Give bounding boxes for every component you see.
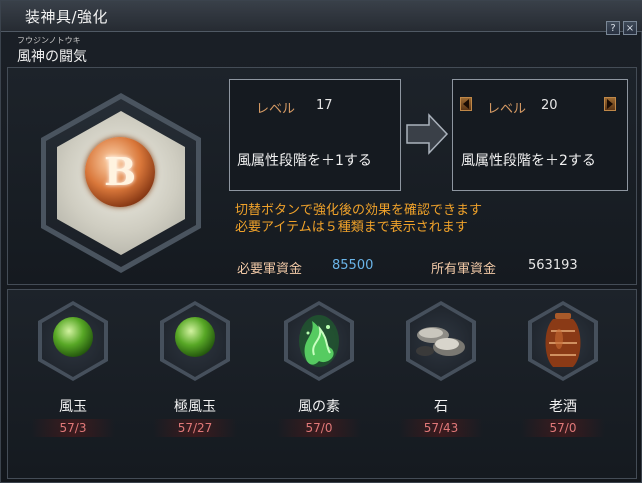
level-prev-button[interactable]: [460, 97, 472, 111]
level-next-button[interactable]: [604, 97, 616, 111]
current-level-value: 17: [316, 98, 333, 113]
material-count: 57/27: [153, 419, 237, 437]
material-name: 老酒: [549, 399, 577, 415]
enhance-window: 装神具/強化 ? × フウジンノトウキ 風神の闘気 B レベル 17 風属性段階…: [0, 0, 642, 483]
required-funds-label: 必要軍資金: [237, 262, 303, 277]
material-count: 57/0: [277, 419, 361, 437]
material-name: 風玉: [59, 399, 87, 415]
next-level-box: レベル 20 風属性段階を＋2する: [452, 79, 628, 191]
next-level-label: レベル: [487, 102, 527, 117]
current-level-box: レベル 17 風属性段階を＋1する: [229, 79, 401, 191]
owned-funds-label: 所有軍資金: [431, 262, 497, 277]
green-orb-icon: [175, 317, 215, 357]
material-name: 極風玉: [174, 399, 216, 415]
wine-jar-icon: [545, 313, 581, 367]
window-title: 装神具/強化: [25, 8, 109, 26]
title-bar[interactable]: 装神具/強化 ? ×: [1, 1, 642, 35]
material-name: 風の素: [298, 399, 340, 415]
owned-funds-value: 563193: [528, 258, 578, 273]
material-count: 57/0: [521, 419, 605, 437]
arrow-right-icon: [406, 113, 449, 155]
item-name: 風神の闘気: [17, 49, 87, 65]
green-wind-spirit-icon: [299, 315, 339, 367]
triangle-left-icon: [463, 99, 469, 109]
help-button[interactable]: ?: [606, 21, 620, 35]
material-name: 石: [434, 399, 448, 415]
next-effect: 風属性段階を＋2する: [461, 153, 596, 169]
emblem-b-icon: B: [85, 137, 155, 207]
green-orb-icon: [53, 317, 93, 357]
stones-icon: [416, 327, 465, 356]
triangle-right-icon: [607, 99, 613, 109]
material-count: 57/3: [31, 419, 115, 437]
current-level-label: レベル: [256, 102, 296, 117]
notice-line-2: 必要アイテムは５種類まで表示されます: [235, 220, 468, 235]
material-count: 57/43: [399, 419, 483, 437]
next-level-value: 20: [541, 98, 558, 113]
required-funds-value: 85500: [332, 258, 374, 273]
close-button[interactable]: ×: [623, 21, 637, 35]
current-effect: 風属性段階を＋1する: [237, 153, 372, 169]
item-name-ruby: フウジンノトウキ: [17, 36, 81, 45]
